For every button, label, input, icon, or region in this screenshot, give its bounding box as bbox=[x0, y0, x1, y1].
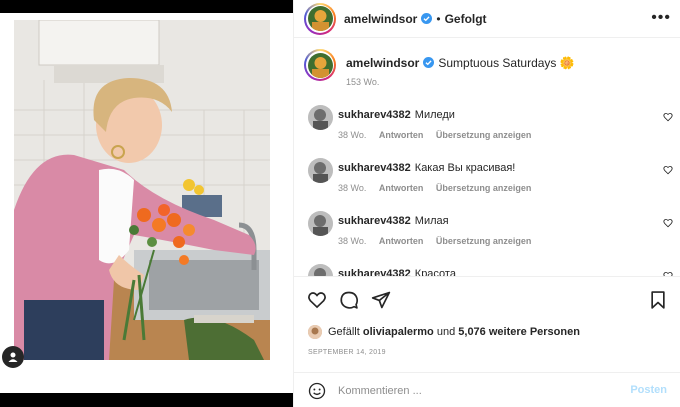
like-heart-icon[interactable] bbox=[307, 290, 327, 310]
verified-badge-icon bbox=[421, 13, 433, 24]
post-date: SEPTEMBER 14, 2019 bbox=[308, 349, 386, 356]
heart-icon[interactable] bbox=[663, 165, 673, 175]
heart-icon[interactable] bbox=[663, 112, 673, 122]
comment-item: sukharev4382 Какая Вы красивая! 38 Wo. An… bbox=[308, 158, 673, 208]
commenter-username[interactable]: sukharev4382 bbox=[338, 109, 411, 121]
comment-bubble-icon[interactable] bbox=[339, 290, 359, 310]
likes-prefix: Gefällt bbox=[328, 326, 360, 338]
liker-username[interactable]: oliviapalermo bbox=[363, 326, 434, 338]
commenter-avatar[interactable] bbox=[308, 211, 333, 236]
post-details-panel: amelwindsor • Gefolgt ••• amelwindsor Su… bbox=[293, 0, 680, 407]
commenter-avatar[interactable] bbox=[308, 264, 333, 276]
likes-and: und bbox=[436, 326, 456, 338]
comment-item: sukharev4382 Милая 38 Wo. Antworten Übers… bbox=[308, 211, 673, 261]
verified-badge-icon bbox=[423, 57, 435, 68]
comment-time: 38 Wo. bbox=[338, 130, 367, 140]
commenter-avatar[interactable] bbox=[308, 158, 333, 183]
reply-button[interactable]: Antworten bbox=[379, 236, 424, 246]
caption-body: Sumptuous Saturdays bbox=[438, 56, 557, 70]
translate-button[interactable]: Übersetzung anzeigen bbox=[436, 183, 532, 193]
translate-button[interactable]: Übersetzung anzeigen bbox=[436, 130, 532, 140]
comments-list[interactable]: amelwindsor Sumptuous Saturdays 🌼 153 Wo.… bbox=[294, 39, 680, 276]
commenter-avatar[interactable] bbox=[308, 105, 333, 130]
comment-text: Милая bbox=[414, 215, 449, 227]
caption-timestamp: 153 Wo. bbox=[346, 77, 380, 87]
separator-dot: • bbox=[436, 11, 441, 26]
post-header: amelwindsor • Gefolgt ••• bbox=[294, 0, 680, 38]
comment-item: sukharev4382 Миледи 38 Wo. Antworten Über… bbox=[308, 105, 673, 155]
heart-icon[interactable] bbox=[663, 218, 673, 228]
photo-frame bbox=[0, 13, 293, 393]
reply-button[interactable]: Antworten bbox=[379, 130, 424, 140]
add-comment-bar: Posten bbox=[294, 372, 680, 407]
sunflower-emoji: 🌼 bbox=[559, 56, 575, 70]
post-photo[interactable] bbox=[14, 20, 270, 360]
comment-time: 38 Wo. bbox=[338, 236, 367, 246]
more-horizontal-icon[interactable]: ••• bbox=[651, 9, 671, 27]
commenter-username[interactable]: sukharev4382 bbox=[338, 268, 411, 276]
author-username[interactable]: amelwindsor bbox=[344, 12, 417, 26]
tagged-user-icon[interactable] bbox=[2, 346, 24, 368]
comment-text: Какая Вы красивая! bbox=[414, 162, 516, 174]
comment-text: Красота bbox=[414, 268, 456, 276]
post-caption: amelwindsor Sumptuous Saturdays 🌼 153 Wo. bbox=[304, 49, 674, 99]
caption-avatar[interactable] bbox=[304, 49, 336, 81]
comment-text: Миледи bbox=[414, 109, 455, 121]
likes-summary: Gefällt oliviapalermo und 5,076 weitere … bbox=[308, 325, 580, 339]
liker-avatar[interactable] bbox=[308, 325, 322, 339]
post-comment-button[interactable]: Posten bbox=[630, 384, 667, 396]
commenter-username[interactable]: sukharev4382 bbox=[338, 215, 411, 227]
bookmark-icon[interactable] bbox=[648, 290, 668, 310]
caption-username[interactable]: amelwindsor bbox=[346, 56, 419, 70]
reply-button[interactable]: Antworten bbox=[379, 183, 424, 193]
author-avatar[interactable] bbox=[304, 2, 336, 35]
follow-status-button[interactable]: Gefolgt bbox=[445, 12, 487, 26]
caption-text: amelwindsor Sumptuous Saturdays 🌼 bbox=[346, 55, 575, 71]
post-modal: amelwindsor • Gefolgt ••• amelwindsor Su… bbox=[0, 0, 680, 407]
commenter-username[interactable]: sukharev4382 bbox=[338, 162, 411, 174]
likes-others-link[interactable]: 5,076 weitere Personen bbox=[458, 326, 580, 338]
photo-pane bbox=[0, 0, 293, 407]
comment-item: sukharev4382 Красота bbox=[308, 264, 673, 276]
share-paper-plane-icon[interactable] bbox=[371, 290, 391, 310]
comment-input[interactable] bbox=[338, 381, 618, 401]
translate-button[interactable]: Übersetzung anzeigen bbox=[436, 236, 532, 246]
comment-time: 38 Wo. bbox=[338, 183, 367, 193]
emoji-icon[interactable] bbox=[308, 382, 326, 400]
